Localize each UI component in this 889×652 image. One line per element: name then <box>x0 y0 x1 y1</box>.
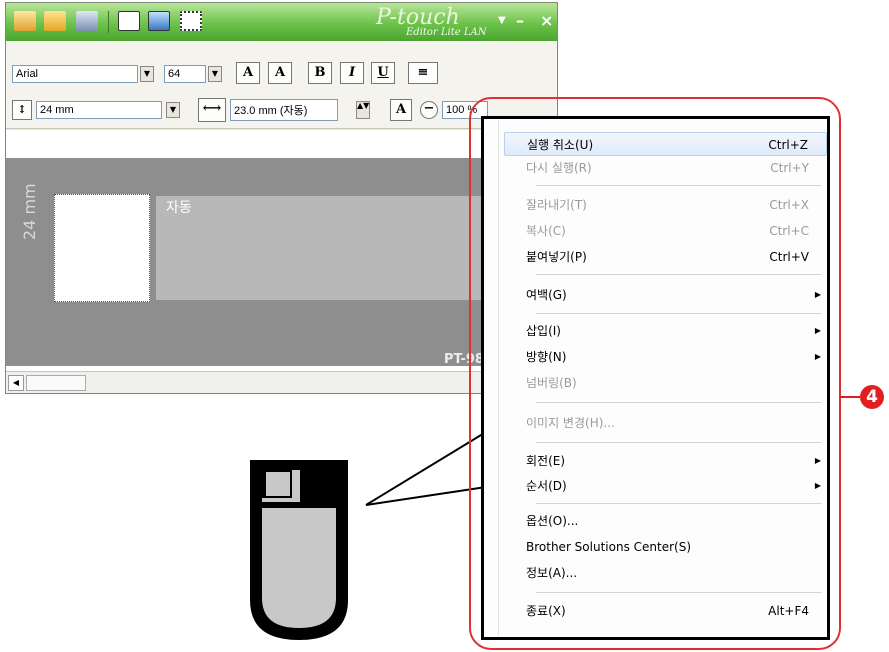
menu-item-label: 이미지 변경(H)... <box>526 416 615 430</box>
menu-separator <box>536 592 821 593</box>
menu-item-label: 정보(A)... <box>526 566 578 580</box>
menu-item-shortcut: Ctrl+X <box>769 198 809 212</box>
menu-item-order[interactable]: 순서(D) ▶ <box>504 474 827 498</box>
menu-item-rotate[interactable]: 회전(E) ▶ <box>504 449 827 473</box>
menu-item-undo[interactable]: 실행 취소(U) Ctrl+Z <box>504 132 827 156</box>
menu-item-label: 여백(G) <box>526 288 567 302</box>
pointer-line-top <box>365 431 487 506</box>
menu-separator <box>536 185 821 186</box>
menu-item-label: 붙여넣기(P) <box>526 250 587 264</box>
menu-item-numbering[interactable]: 넘버링(B) <box>504 371 827 395</box>
submenu-arrow-icon: ▶ <box>814 290 821 299</box>
menu-separator <box>536 442 821 443</box>
menu-item-paste[interactable]: 붙여넣기(P) Ctrl+V <box>504 245 827 269</box>
callout-badge: 4 <box>860 385 884 409</box>
menu-item-label: 순서(D) <box>526 479 567 493</box>
context-menu: 실행 취소(U) Ctrl+Z 다시 실행(R) Ctrl+Y 잘라내기(T) … <box>481 116 830 640</box>
menu-item-label: 삽입(I) <box>526 324 561 338</box>
submenu-arrow-icon: ▶ <box>814 456 821 465</box>
menu-separator <box>536 402 821 403</box>
menu-item-redo[interactable]: 다시 실행(R) Ctrl+Y <box>504 156 827 180</box>
submenu-arrow-icon: ▶ <box>814 352 821 361</box>
menu-item-shortcut: Ctrl+V <box>769 250 809 264</box>
pointer-line-bottom <box>365 486 487 506</box>
menu-item-label: 회전(E) <box>526 454 566 468</box>
menu-separator <box>536 503 821 504</box>
menu-item-label: 잘라내기(T) <box>526 198 587 212</box>
menu-item-insert[interactable]: 삽입(I) ▶ <box>504 319 827 343</box>
menu-item-about[interactable]: 정보(A)... <box>504 561 827 585</box>
menu-item-margin[interactable]: 여백(G) ▶ <box>504 283 827 307</box>
mouse-right-button <box>300 460 348 502</box>
menu-item-direction[interactable]: 방향(N) ▶ <box>504 345 827 369</box>
menu-item-label: 종료(X) <box>526 604 566 618</box>
menu-item-label: 방향(N) <box>526 350 567 364</box>
menu-item-label: Brother Solutions Center(S) <box>526 540 692 554</box>
menu-item-shortcut: Ctrl+Z <box>768 138 808 152</box>
submenu-arrow-icon: ▶ <box>814 326 821 335</box>
menu-item-options[interactable]: 옵션(O)... <box>504 509 827 533</box>
menu-separator <box>536 274 821 275</box>
callout-connector <box>840 396 860 398</box>
menu-item-label: 넘버링(B) <box>526 376 577 390</box>
menu-item-label: 복사(C) <box>526 224 566 238</box>
menu-item-solutions-center[interactable]: Brother Solutions Center(S) <box>504 535 827 559</box>
menu-item-exit[interactable]: 종료(X) Alt+F4 <box>504 599 827 623</box>
menu-separator <box>536 313 821 314</box>
menu-item-label: 다시 실행(R) <box>526 161 592 175</box>
submenu-arrow-icon: ▶ <box>814 481 821 490</box>
menu-item-label: 옵션(O)... <box>526 514 579 528</box>
menu-item-copy[interactable]: 복사(C) Ctrl+C <box>504 219 827 243</box>
menu-item-shortcut: Ctrl+C <box>769 224 809 238</box>
mouse-left-button <box>266 472 290 496</box>
menu-item-change-image[interactable]: 이미지 변경(H)... <box>504 411 827 435</box>
menu-item-shortcut: Ctrl+Y <box>770 161 809 175</box>
menu-item-label: 실행 취소(U) <box>527 138 594 152</box>
menu-item-cut[interactable]: 잘라내기(T) Ctrl+X <box>504 193 827 217</box>
menu-item-shortcut: Alt+F4 <box>768 604 809 618</box>
